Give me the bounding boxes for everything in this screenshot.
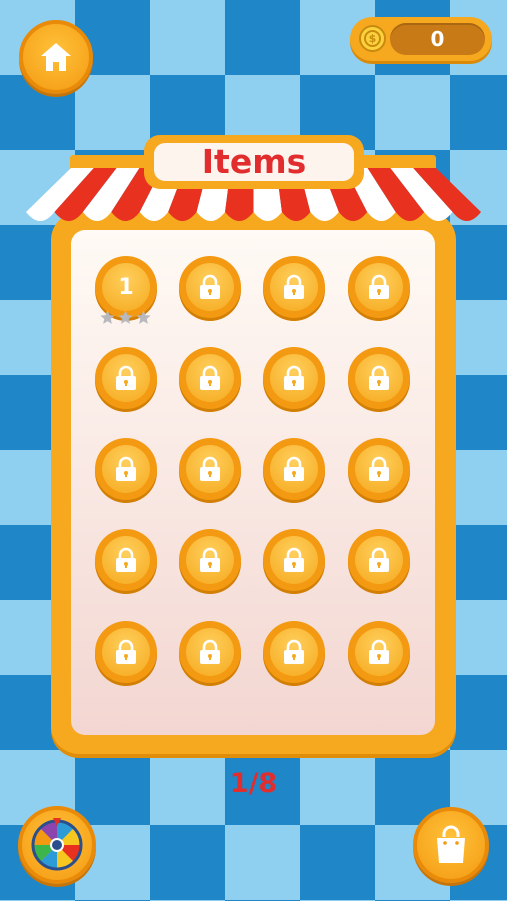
level-button-locked[interactable] (263, 347, 325, 409)
dollar-coin-icon: $ (359, 25, 386, 52)
level-button-locked[interactable] (179, 256, 241, 318)
lock-icon (369, 639, 389, 664)
lock-icon (369, 274, 389, 299)
level-number: 1 (118, 274, 134, 300)
star-icon (100, 310, 115, 324)
lock-icon (200, 456, 220, 481)
spin-wheel-button[interactable] (18, 806, 96, 884)
star-icon (118, 310, 133, 324)
level-button-locked[interactable] (348, 438, 410, 500)
lock-icon (200, 639, 220, 664)
lock-icon (200, 274, 220, 299)
page-title: Items (201, 142, 307, 181)
title-plaque: Items (144, 135, 364, 189)
level-button-locked[interactable] (348, 529, 410, 591)
level-button-locked[interactable] (263, 529, 325, 591)
level-button-locked[interactable] (179, 438, 241, 500)
level-button-locked[interactable] (263, 621, 325, 683)
prize-wheel-icon (31, 818, 83, 871)
coin-value: 0 (430, 27, 445, 51)
shop-button[interactable] (413, 807, 489, 883)
lock-icon (284, 456, 304, 481)
lock-icon (284, 547, 304, 572)
shopping-bag-icon (437, 825, 465, 863)
level-button-locked[interactable] (348, 621, 410, 683)
level-button-locked[interactable] (95, 347, 157, 409)
lock-icon (284, 639, 304, 664)
lock-icon (369, 456, 389, 481)
lock-icon (116, 547, 136, 572)
level-button-locked[interactable] (263, 256, 325, 318)
level-button-locked[interactable] (95, 438, 157, 500)
coin-counter: $ 0 (350, 17, 492, 61)
lock-icon (369, 365, 389, 390)
level-stars (99, 309, 152, 326)
level-button-locked[interactable] (348, 256, 410, 318)
lock-icon (369, 547, 389, 572)
lock-icon (284, 365, 304, 390)
lock-icon (116, 365, 136, 390)
level-button-locked[interactable] (348, 347, 410, 409)
level-button-locked[interactable] (95, 529, 157, 591)
page-indicator: 1/8 (229, 768, 278, 799)
lock-icon (116, 639, 136, 664)
lock-icon (284, 274, 304, 299)
lock-icon (116, 456, 136, 481)
level-button-locked[interactable] (95, 621, 157, 683)
home-button[interactable] (19, 20, 93, 94)
level-button-locked[interactable] (179, 347, 241, 409)
lock-icon (200, 365, 220, 390)
level-button-locked[interactable] (179, 529, 241, 591)
home-icon (41, 43, 71, 71)
level-button-locked[interactable] (179, 621, 241, 683)
level-button-locked[interactable] (263, 438, 325, 500)
lock-icon (200, 547, 220, 572)
star-icon (136, 310, 151, 324)
